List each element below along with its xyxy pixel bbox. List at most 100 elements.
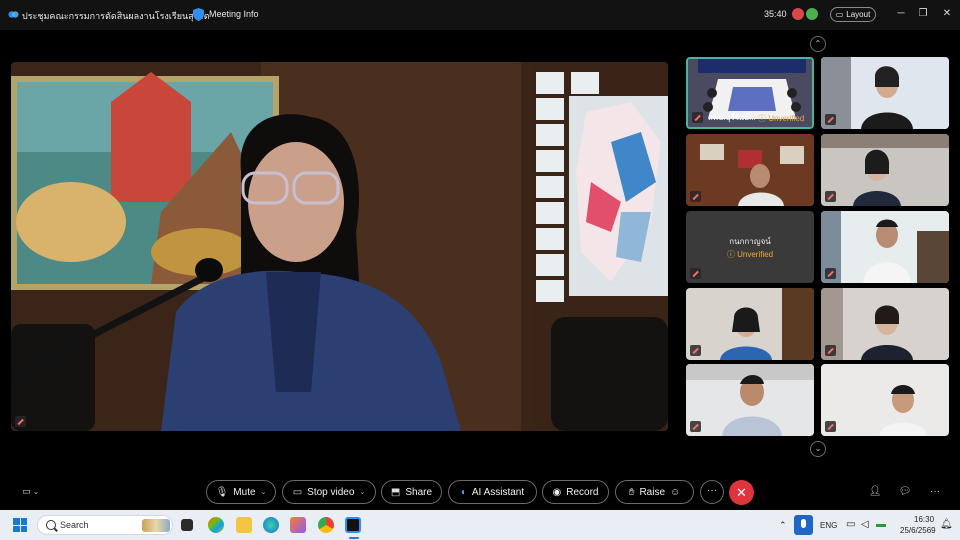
participant-video: [686, 364, 814, 436]
raise-hand-button[interactable]: ✋︎ Raise ☺: [615, 480, 694, 504]
participant-video: [821, 134, 949, 206]
main-speaker-video[interactable]: [11, 62, 668, 431]
title-bar: ประชุมคณะกรรมการตัดสินผลงานโรงเรียนสุจริ…: [0, 0, 960, 30]
record-label: Record: [566, 486, 599, 498]
battery-icon[interactable]: ▬: [876, 519, 886, 530]
captions-icon: ▭: [22, 486, 31, 496]
participant-video: [821, 57, 949, 129]
mute-button[interactable]: 🎙︎ Mute ⌄: [206, 480, 276, 504]
participant-tile[interactable]: [821, 134, 949, 206]
file-explorer-icon[interactable]: [236, 517, 252, 533]
more-options-button[interactable]: ···: [700, 480, 724, 504]
reactions-icon[interactable]: ☺: [670, 487, 680, 498]
participant-name: กนกกาญจน์: [729, 237, 771, 246]
ellipsis-icon: ···: [707, 485, 717, 496]
copilot-icon[interactable]: [208, 517, 224, 533]
participant-tile[interactable]: [686, 364, 814, 436]
participant-video: [686, 288, 814, 360]
chrome-icon[interactable]: [318, 517, 334, 533]
participant-tile[interactable]: [821, 288, 949, 360]
recording-indicator-icon: [792, 8, 804, 20]
close-icon[interactable]: ✕: [940, 6, 954, 22]
participant-video: [821, 211, 949, 283]
meeting-title: ประชุมคณะกรรมการตัดสินผลงานโรงเรียนสุจริ…: [22, 11, 210, 21]
share-label: Share: [405, 486, 433, 498]
language-indicator[interactable]: ENG: [820, 521, 837, 530]
participant-tile[interactable]: [821, 364, 949, 436]
participant-tile[interactable]: [821, 57, 949, 129]
maximize-icon[interactable]: ❐: [916, 6, 930, 22]
more-icon[interactable]: ···: [928, 485, 942, 499]
unverified-badge: ⓘ Unverified: [726, 250, 774, 259]
tray-overflow-icon[interactable]: ⌃: [779, 520, 787, 531]
clock-date[interactable]: 25/6/2569: [900, 526, 936, 535]
notification-bell-icon[interactable]: 🔔︎: [940, 519, 953, 530]
layout-icon: ▭: [835, 10, 844, 19]
captions-button[interactable]: ▭ ⌄: [22, 486, 48, 498]
raise-label: Raise: [639, 486, 666, 498]
network-icon[interactable]: ▭: [846, 519, 855, 530]
participant-muted-icon: [690, 268, 701, 279]
participants-icon[interactable]: 👤︎: [868, 485, 882, 499]
record-icon: ◉: [552, 486, 562, 498]
chevron-down-icon: ⌄: [359, 489, 366, 496]
webex-taskbar-icon[interactable]: [345, 517, 361, 533]
volume-icon[interactable]: ◁: [861, 519, 869, 530]
participant-video: [686, 134, 814, 206]
clock-time[interactable]: 16:30: [914, 515, 934, 524]
participant-tile[interactable]: [821, 211, 949, 283]
participant-muted-icon: [825, 114, 836, 125]
scroll-up-icon[interactable]: ⌃: [810, 36, 826, 52]
participant-muted-icon: [825, 191, 836, 202]
scroll-down-icon[interactable]: ⌄: [810, 441, 826, 457]
meeting-timer: 35:40: [764, 9, 787, 19]
record-button[interactable]: ◉ Record: [542, 480, 609, 504]
participant-tile-video-off[interactable]: กนกกาญจน์ ⓘ Unverified: [686, 211, 814, 283]
participant-tile[interactable]: [686, 288, 814, 360]
stop-video-button[interactable]: ▭ Stop video ⌄: [282, 480, 376, 504]
edge-browser-icon[interactable]: [263, 517, 279, 533]
speaker-video-frame: [11, 62, 668, 431]
mute-label: Mute: [233, 486, 256, 498]
chat-icon[interactable]: 💬︎: [898, 485, 912, 499]
task-view-icon[interactable]: [181, 519, 193, 531]
participant-muted-icon: [825, 268, 836, 279]
participant-muted-icon: [825, 421, 836, 432]
active-app-indicator: [349, 537, 359, 539]
speaker-muted-icon: [15, 416, 26, 427]
participant-name: สพป.บุรีรัมย์...: [708, 113, 756, 122]
layout-button[interactable]: ▭ Layout: [830, 7, 876, 22]
hand-icon: ✋︎: [628, 486, 635, 498]
meeting-info-link[interactable]: Meeting Info: [209, 9, 259, 19]
taskbar-search[interactable]: Search: [37, 515, 173, 535]
participant-muted-icon: [690, 421, 701, 432]
chevron-down-icon: ⌄: [260, 489, 267, 496]
unverified-badge: ⓘ Unverified: [758, 114, 805, 123]
participant-tile[interactable]: [686, 134, 814, 206]
participant-video: [821, 288, 949, 360]
ai-assistant-button[interactable]: ◐ AI Assistant: [448, 480, 537, 504]
microphone-icon: 🎙︎: [215, 486, 229, 498]
webex-logo-icon: [8, 11, 19, 18]
participant-muted-icon: [690, 345, 701, 356]
taskbar: Search ⌃ ENG ▭ ◁ ▬ 16:30 25/6/2569 🔔︎: [0, 510, 960, 540]
windows-start-icon[interactable]: [13, 518, 27, 532]
ai-assistant-label: AI Assistant: [471, 486, 525, 498]
minimize-icon[interactable]: ─: [894, 6, 908, 22]
ai-assistant-icon: ◐: [460, 486, 467, 498]
participant-muted-icon: [692, 112, 703, 123]
participant-tile[interactable]: สพป.บุรีรัมย์... ⓘ Unverified: [686, 57, 814, 129]
video-camera-icon: ▭: [292, 486, 303, 498]
media-player-icon[interactable]: [290, 517, 306, 533]
microphone-in-use-icon[interactable]: [794, 515, 813, 535]
shield-icon[interactable]: [193, 8, 204, 21]
close-icon: ✕: [736, 485, 747, 500]
chevron-down-icon: ⌄: [33, 489, 39, 496]
secure-status-icon: [806, 8, 818, 20]
search-icon: [46, 520, 56, 530]
search-highlight-image: [142, 519, 170, 532]
participant-muted-icon: [825, 345, 836, 356]
end-meeting-button[interactable]: ✕: [729, 480, 754, 505]
share-button[interactable]: ⬒ Share: [381, 480, 442, 504]
search-placeholder: Search: [60, 520, 89, 530]
